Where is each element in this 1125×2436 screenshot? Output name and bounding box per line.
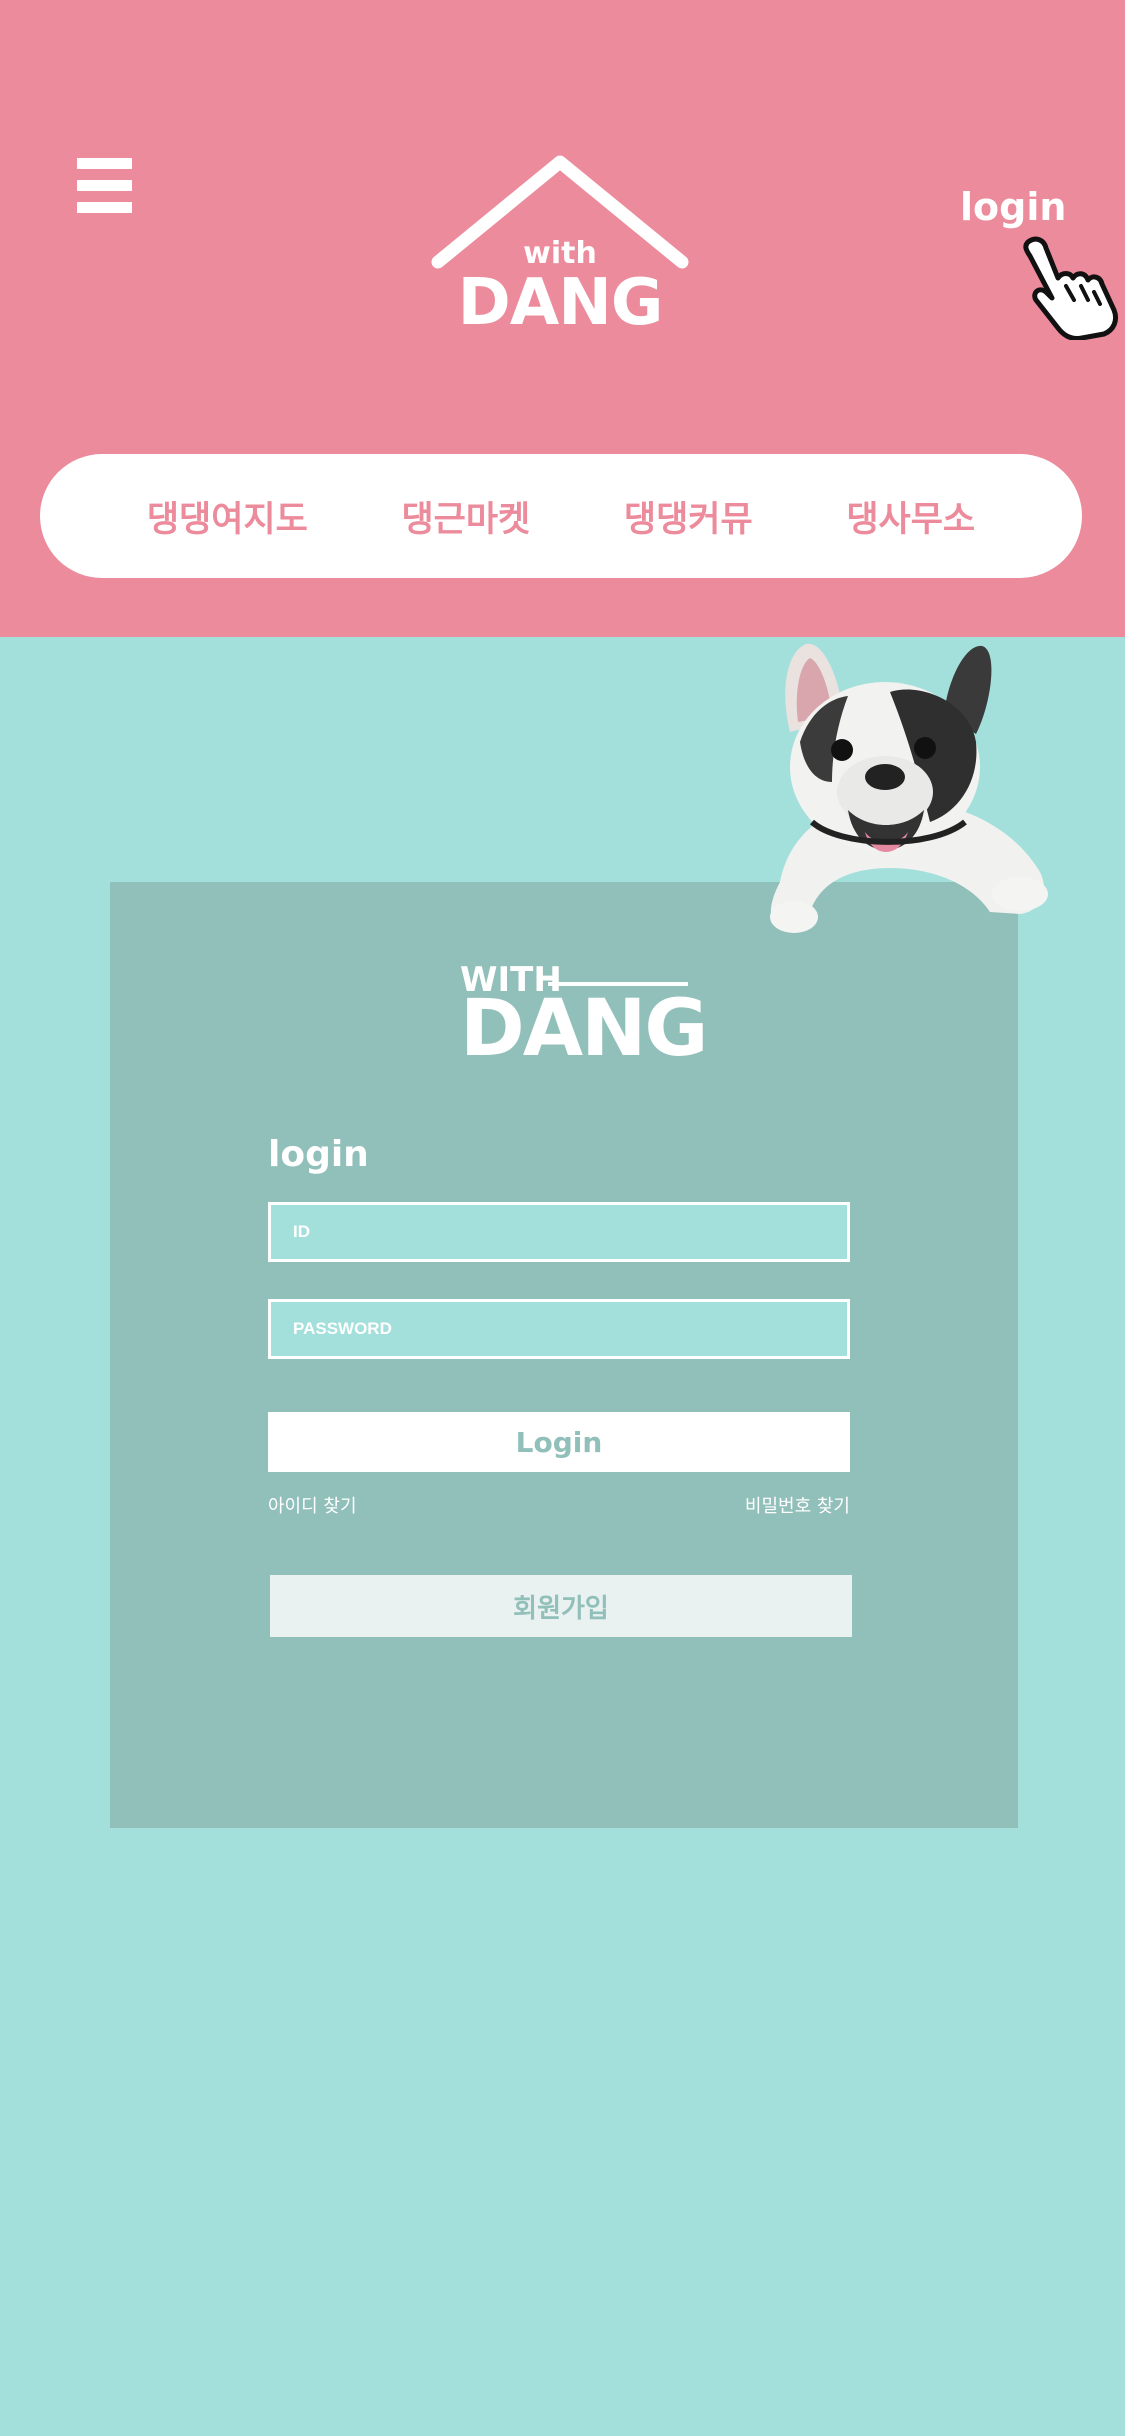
nav-item-office[interactable]: 댕사무소 [846, 491, 975, 542]
main-nav: 댕댕여지도 댕근마켓 댕댕커뮤 댕사무소 [40, 454, 1082, 578]
login-card: WITH DANG login Login 아이디 찾기 비밀번호 찾기 회원가… [110, 882, 1018, 1828]
find-password-link[interactable]: 비밀번호 찾기 [745, 1492, 850, 1518]
signup-button[interactable]: 회원가입 [270, 1575, 852, 1637]
french-bulldog-image [770, 643, 1048, 933]
hand-pointer-icon [1023, 236, 1119, 340]
form-title: login [268, 1134, 369, 1175]
nav-item-map[interactable]: 댕댕여지도 [147, 491, 308, 542]
hamburger-menu-icon[interactable] [77, 158, 132, 213]
header: with DANG login 댕댕여지도 댕근마켓 댕댕커뮤 댕사무소 [0, 0, 1125, 637]
header-login-link[interactable]: login [960, 185, 1090, 229]
find-id-link[interactable]: 아이디 찾기 [268, 1492, 357, 1518]
card-logo: WITH DANG [460, 960, 708, 1070]
site-logo[interactable]: with DANG [430, 150, 690, 340]
id-input[interactable] [268, 1202, 850, 1262]
card-logo-dang: DANG [460, 984, 708, 1074]
nav-item-community[interactable]: 댕댕커뮤 [624, 491, 753, 542]
password-input[interactable] [268, 1299, 850, 1359]
nav-item-market[interactable]: 댕근마켓 [401, 491, 530, 542]
login-button[interactable]: Login [268, 1412, 850, 1472]
logo-dang-text: DANG [457, 266, 664, 340]
